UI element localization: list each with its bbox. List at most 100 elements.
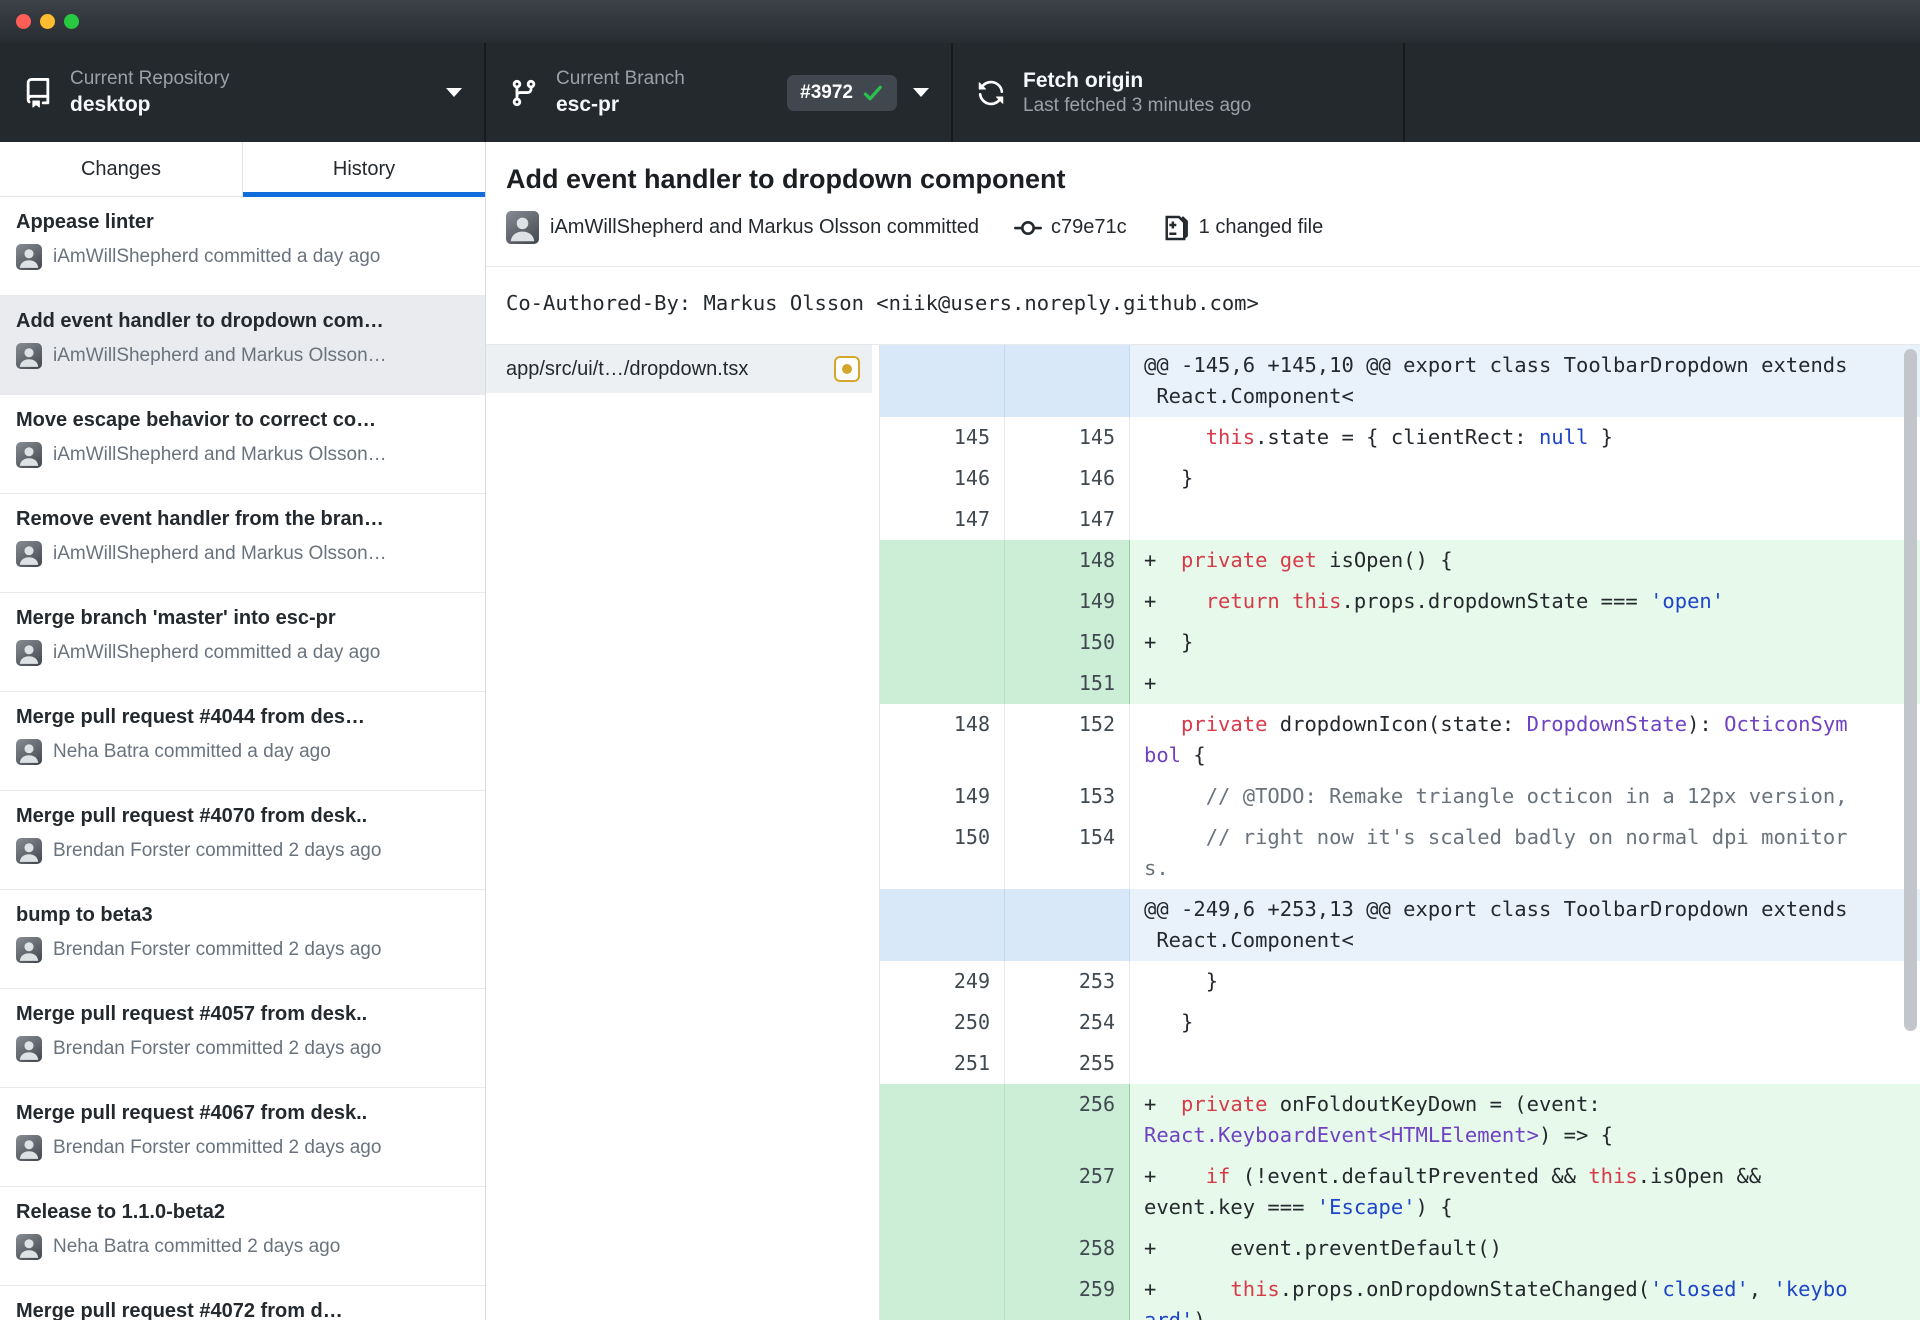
new-line-number xyxy=(1005,889,1130,961)
new-line-number: 258 xyxy=(1005,1228,1130,1269)
diff-code-line: this.state = { clientRect: null } xyxy=(1205,425,1614,449)
tab-changes[interactable]: Changes xyxy=(0,142,243,197)
avatar xyxy=(16,1135,42,1161)
new-line-number: 148 xyxy=(1005,540,1130,581)
new-line-number: 146 xyxy=(1005,458,1130,499)
diff-line-row: 150 + } xyxy=(880,622,1920,663)
minimize-button[interactable] xyxy=(40,14,55,29)
commit-list-item[interactable]: Merge pull request #4072 from d… xyxy=(0,1286,485,1320)
commit-meta: Brendan Forster committed 2 days ago xyxy=(16,838,469,864)
toolbar: Current Repository desktop Current Branc… xyxy=(0,43,1920,142)
file-diff-icon xyxy=(1162,214,1190,242)
diff-line-row: 148 152 private dropdownIcon(state: Dropd… xyxy=(880,704,1920,776)
current-repository-label: Current Repository xyxy=(70,68,230,89)
commit-meta: Brendan Forster committed 2 days ago xyxy=(16,1036,469,1062)
current-repository-button[interactable]: Current Repository desktop xyxy=(0,43,486,142)
commit-header: Add event handler to dropdown component … xyxy=(486,142,1920,267)
diff-scrollbar[interactable] xyxy=(1904,349,1917,1031)
fetch-origin-button[interactable]: Fetch origin Last fetched 3 minutes ago xyxy=(953,43,1405,142)
diff-code-line: // @TODO: Remake triangle octicon in a 1… xyxy=(1205,784,1848,808)
file-path: app/src/ui/t…/dropdown.tsx xyxy=(506,357,749,380)
commit-history-list: Appease linter iAmWillShepherd committed… xyxy=(0,197,485,1320)
new-line-number: 153 xyxy=(1005,776,1130,817)
commit-title: Merge pull request #4044 from des… xyxy=(16,706,366,728)
commit-meta: Neha Batra committed a day ago xyxy=(16,739,469,765)
avatar xyxy=(16,838,42,864)
avatar xyxy=(16,937,42,963)
commit-list-item[interactable]: Merge branch 'master' into esc-pr iAmWil… xyxy=(0,593,485,692)
commit-committer: Brendan Forster committed 2 days ago xyxy=(53,1137,382,1158)
commit-committer: Brendan Forster committed 2 days ago xyxy=(53,939,382,960)
commit-meta: iAmWillShepherd committed a day ago xyxy=(16,244,469,270)
diff-hunk-row: @@ -145,6 +145,10 @@ export class Toolba… xyxy=(880,345,1920,417)
old-line-number xyxy=(880,622,1005,663)
commit-title: Add event handler to dropdown com… xyxy=(16,310,384,332)
git-commit-icon xyxy=(1014,214,1043,242)
file-list-item[interactable]: app/src/ui/t…/dropdown.tsx xyxy=(486,345,872,393)
old-line-number xyxy=(880,1228,1005,1269)
new-line-number: 145 xyxy=(1005,417,1130,458)
diff-code-line xyxy=(1130,1043,1920,1084)
commit-title: Remove event handler from the bran… xyxy=(16,508,384,530)
close-button[interactable] xyxy=(16,14,31,29)
diff-code-line: + } xyxy=(1130,622,1920,663)
diff-code-line: private dropdownIcon(state: DropdownStat… xyxy=(1144,712,1848,767)
commit-title: Merge pull request #4057 from desk.. xyxy=(16,1003,368,1025)
commit-title: bump to beta3 xyxy=(16,904,153,926)
commit-title: Appease linter xyxy=(16,211,154,233)
commit-meta: iAmWillShepherd and Markus Olsson… xyxy=(16,343,469,369)
commit-list-item[interactable]: Release to 1.1.0-beta2 Neha Batra commit… xyxy=(0,1187,485,1286)
diff-code-line: + this.props.onDropdownStateChanged('clo… xyxy=(1130,1269,1920,1320)
diff-line-row: 251 255 xyxy=(880,1043,1920,1084)
new-line-number: 259 xyxy=(1005,1269,1130,1320)
zoom-button[interactable] xyxy=(64,14,79,29)
current-branch-button[interactable]: Current Branch esc-pr #3972 xyxy=(486,43,953,142)
commit-meta: iAmWillShepherd and Markus Olsson… xyxy=(16,541,469,567)
commit-list-item[interactable]: Merge pull request #4067 from desk.. Bre… xyxy=(0,1088,485,1187)
old-line-number: 249 xyxy=(880,961,1005,1002)
avatar xyxy=(16,1234,42,1260)
diff-view: @@ -145,6 +145,10 @@ export class Toolba… xyxy=(880,345,1920,1320)
diff-line-row: 149 153 // @TODO: Remake triangle octicon… xyxy=(880,776,1920,817)
fetch-origin-title: Fetch origin xyxy=(1023,69,1144,92)
commit-list-item[interactable]: Merge pull request #4057 from desk.. Bre… xyxy=(0,989,485,1088)
sync-icon xyxy=(975,77,1007,109)
old-line-number: 148 xyxy=(880,704,1005,776)
commit-committer: iAmWillShepherd and Markus Olsson… xyxy=(53,444,387,465)
commit-authors: iAmWillShepherd and Markus Olsson commit… xyxy=(550,216,980,238)
commit-list-item[interactable]: Remove event handler from the bran… iAmW… xyxy=(0,494,485,593)
changed-files-panel: app/src/ui/t…/dropdown.tsx xyxy=(486,345,880,1320)
commit-description: Co-Authored-By: Markus Olsson <niik@user… xyxy=(486,267,1920,345)
diff-code-line: + private get isOpen() { xyxy=(1130,540,1920,581)
commit-meta: Brendan Forster committed 2 days ago xyxy=(16,1135,469,1161)
old-line-number xyxy=(880,663,1005,704)
commit-meta: Brendan Forster committed 2 days ago xyxy=(16,937,469,963)
commit-list-item[interactable]: Merge pull request #4070 from desk.. Bre… xyxy=(0,791,485,890)
old-line-number: 250 xyxy=(880,1002,1005,1043)
commit-committer: Brendan Forster committed 2 days ago xyxy=(53,840,382,861)
commit-meta: Neha Batra committed 2 days ago xyxy=(16,1234,469,1260)
old-line-number: 145 xyxy=(880,417,1005,458)
new-line-number: 150 xyxy=(1005,622,1130,663)
commit-list-item[interactable]: Move escape behavior to correct co… iAmW… xyxy=(0,395,485,494)
commit-committer: iAmWillShepherd committed a day ago xyxy=(53,246,381,267)
diff-line-row: 148 + private get isOpen() { xyxy=(880,540,1920,581)
diff-code-line: @@ -249,6 +253,13 @@ export class Toolba… xyxy=(1130,889,1920,961)
tab-history[interactable]: History xyxy=(243,142,485,197)
new-line-number xyxy=(1005,345,1130,417)
commit-sha[interactable]: c79e71c xyxy=(1051,216,1127,239)
commit-title: Merge pull request #4067 from desk.. xyxy=(16,1102,368,1124)
github-desktop-window: Current Repository desktop Current Branc… xyxy=(0,0,1920,1320)
sidebar-tabs: Changes History xyxy=(0,142,485,197)
commit-list-item[interactable]: Appease linter iAmWillShepherd committed… xyxy=(0,197,485,296)
diff-line-row: 150 154 // right now it's scaled badly on… xyxy=(880,817,1920,889)
new-line-number: 256 xyxy=(1005,1084,1130,1156)
commit-list-item[interactable]: Add event handler to dropdown com… iAmWi… xyxy=(0,296,485,395)
commit-title: Merge pull request #4070 from desk.. xyxy=(16,805,368,827)
commit-summary-title: Add event handler to dropdown component xyxy=(506,164,1066,194)
commit-list-item[interactable]: bump to beta3 Brendan Forster committed … xyxy=(0,890,485,989)
commit-title: Move escape behavior to correct co… xyxy=(16,409,377,431)
commit-list-item[interactable]: Merge pull request #4044 from des… Neha … xyxy=(0,692,485,791)
current-branch-value: esc-pr xyxy=(556,93,620,116)
new-line-number: 149 xyxy=(1005,581,1130,622)
